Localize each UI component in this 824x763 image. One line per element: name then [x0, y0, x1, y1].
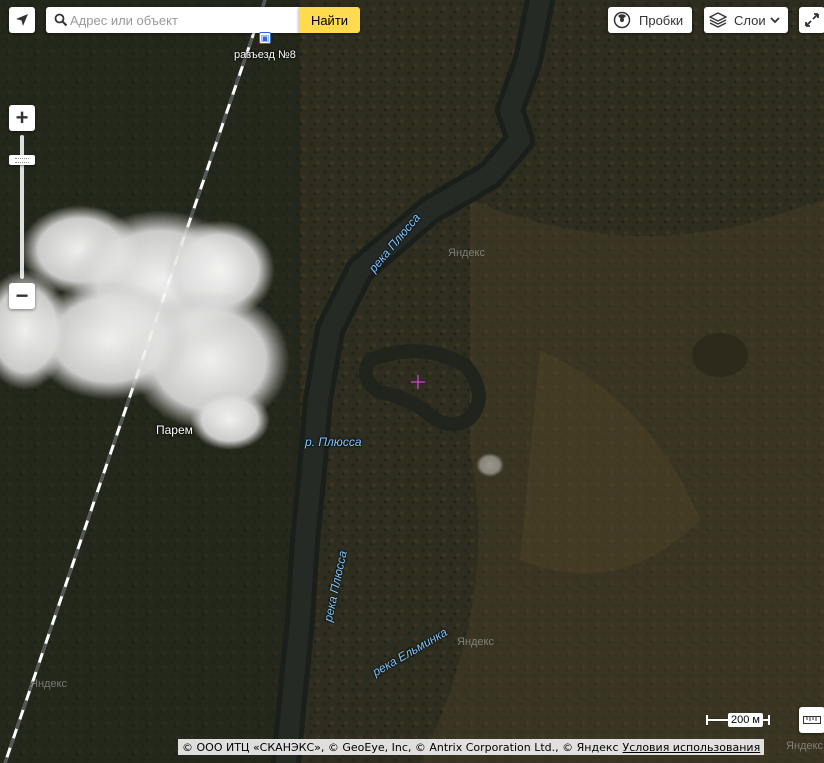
- station-label: разъезд №8: [234, 49, 296, 61]
- search-input[interactable]: [70, 12, 295, 28]
- river-label: р. Плюсса: [305, 435, 362, 449]
- copyright-text: © ООО ИТЦ «СКАНЭКС», © GeoEye, Inc, © An…: [182, 740, 619, 754]
- expand-icon: [805, 13, 819, 27]
- ruler-icon: [803, 716, 821, 724]
- locate-button[interactable]: [9, 7, 35, 33]
- zoom-out-button[interactable]: −: [9, 283, 35, 309]
- traffic-button[interactable]: Пробки: [608, 7, 692, 33]
- place-label-parem[interactable]: Парем: [156, 423, 193, 437]
- search-box: [46, 7, 299, 33]
- terms-of-use-link[interactable]: Условия использования: [623, 741, 761, 754]
- search-icon: [54, 13, 68, 27]
- fullscreen-button[interactable]: [799, 7, 824, 33]
- layers-icon: [709, 12, 727, 28]
- crosshair-icon: [411, 375, 425, 389]
- railway-station-icon: ▣: [258, 32, 271, 44]
- yandex-watermark: Яндекс: [30, 678, 67, 690]
- minus-icon: −: [15, 283, 29, 308]
- zoom-slider-handle[interactable]: [9, 155, 35, 166]
- scale-line: 200 м: [706, 713, 770, 727]
- plus-icon: +: [15, 105, 29, 130]
- zoom-in-button[interactable]: +: [9, 105, 35, 131]
- ruler-button[interactable]: [799, 707, 824, 733]
- scale-label: 200 м: [728, 713, 763, 727]
- layers-button[interactable]: Слои: [704, 7, 788, 33]
- layers-label: Слои: [734, 12, 766, 28]
- traffic-light-icon: [613, 11, 631, 29]
- copyright-bar: © ООО ИТЦ «СКАНЭКС», © GeoEye, Inc, © An…: [178, 739, 765, 755]
- railway-station-marker[interactable]: ▣ разъезд №8: [234, 32, 296, 63]
- yandex-watermark: Яндекс: [448, 247, 485, 259]
- yandex-watermark: Яндекс: [457, 636, 494, 648]
- traffic-label: Пробки: [639, 12, 684, 28]
- navigation-arrow-icon: [16, 14, 28, 26]
- yandex-watermark: Яндекс: [786, 740, 823, 752]
- chevron-down-icon: [769, 17, 780, 24]
- find-button[interactable]: Найти: [299, 7, 360, 33]
